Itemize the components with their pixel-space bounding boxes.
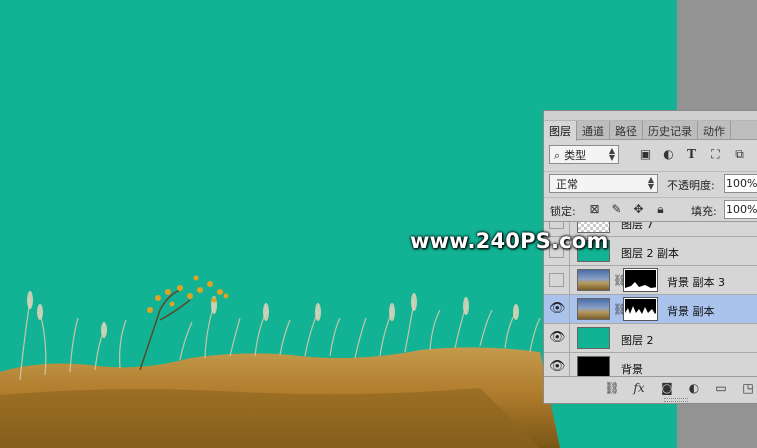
- layer-name: 背景: [621, 363, 643, 376]
- lock-all-padlock-icon[interactable]: 🔒︎: [654, 203, 667, 216]
- updown-arrows-icon: ▲ ▼: [608, 146, 615, 162]
- add-mask-icon[interactable]: ◙: [659, 380, 675, 396]
- visibility-divider: [569, 353, 570, 376]
- layer-name: 图层 2 副本: [621, 247, 679, 260]
- lock-position-move-icon[interactable]: ✥: [632, 203, 645, 216]
- tab-layers[interactable]: 图层: [544, 121, 577, 141]
- tab-channels[interactable]: 通道: [577, 121, 610, 140]
- blend-mode-value: 正常: [556, 178, 578, 191]
- adjustment-layer-icon[interactable]: ◐: [686, 380, 702, 396]
- visibility-divider: [569, 324, 570, 353]
- filter-row: ⌕ 类型 ▲ ▼ ▣ ◐ T ⛶ ⧉: [544, 142, 757, 168]
- blend-mode-select[interactable]: 正常 ▲ ▼: [549, 174, 658, 193]
- blend-row: 正常 ▲ ▼ 不透明度: 100%: [544, 171, 757, 195]
- lock-transparent-icon[interactable]: ⊠: [588, 203, 601, 216]
- layer-row[interactable]: ⛓ 背景 副本 3: [544, 266, 757, 295]
- type-filter-icon[interactable]: T: [685, 148, 698, 161]
- fill-input[interactable]: 100%: [724, 200, 757, 219]
- visibility-divider: [569, 295, 570, 324]
- tab-paths[interactable]: 路径: [610, 121, 643, 140]
- opacity-input[interactable]: 100%: [724, 174, 757, 193]
- layer-row[interactable]: 👁︎ 背景: [544, 353, 757, 376]
- new-layer-icon[interactable]: ◳: [740, 380, 756, 396]
- panel-title-bar[interactable]: [544, 111, 757, 121]
- tab-actions[interactable]: 动作: [698, 121, 731, 140]
- visibility-toggle[interactable]: [549, 273, 564, 287]
- layer-row[interactable]: 👁︎ ⛓ 背景 副本: [544, 295, 757, 324]
- shape-filter-icon[interactable]: ⛶: [709, 148, 722, 161]
- magnifier-icon: ⌕: [554, 149, 561, 162]
- layer-name: 背景 副本: [667, 305, 715, 318]
- layer-row[interactable]: 👁︎ 图层 2: [544, 324, 757, 353]
- eye-icon[interactable]: 👁︎: [549, 302, 566, 316]
- watermark-text: www.240PS.com: [410, 229, 609, 253]
- layers-panel[interactable]: 图层 通道 路径 历史记录 动作 ⌕ 类型 ▲ ▼ ▣ ◐ T ⛶ ⧉ 正常 ▲ ▼ …: [543, 110, 757, 404]
- lock-label: 锁定:: [550, 205, 576, 218]
- fill-label: 填充:: [691, 205, 717, 218]
- adjustment-filter-icon[interactable]: ◐: [662, 148, 675, 161]
- eye-icon[interactable]: 👁︎: [549, 360, 566, 374]
- layer-name: 图层 7: [621, 221, 654, 231]
- panel-bottom-bar: ⛓ fx ◙ ◐ ▭ ◳: [544, 376, 757, 398]
- layer-mask-thumbnail[interactable]: [623, 268, 658, 292]
- image-filter-icon[interactable]: ▣: [639, 148, 652, 161]
- mask-shape: [625, 282, 656, 290]
- filter-kind-select[interactable]: ⌕ 类型 ▲ ▼: [549, 145, 619, 164]
- visibility-toggle[interactable]: [549, 222, 564, 229]
- tab-history[interactable]: 历史记录: [643, 121, 698, 140]
- mask-shape: [625, 306, 656, 319]
- opacity-label: 不透明度:: [667, 179, 715, 192]
- layer-name: 背景 副本 3: [667, 276, 725, 289]
- filter-kind-label: 类型: [564, 149, 587, 162]
- resize-grip[interactable]: [664, 398, 688, 402]
- link-layers-icon[interactable]: ⛓: [604, 380, 620, 396]
- smart-object-filter-icon[interactable]: ⧉: [733, 148, 746, 161]
- layer-thumbnail: [577, 327, 610, 349]
- group-folder-icon[interactable]: ▭: [713, 380, 729, 396]
- visibility-divider: [569, 266, 570, 295]
- layer-mask-thumbnail[interactable]: [623, 297, 658, 321]
- panel-tabs: 图层 通道 路径 历史记录 动作: [544, 121, 757, 141]
- fx-icon[interactable]: fx: [631, 380, 647, 396]
- lock-row: 锁定: ⊠ ✎ ✥ 🔒︎ 填充: 100%: [544, 197, 757, 221]
- layer-thumbnail: [577, 269, 610, 291]
- lock-image-brush-icon[interactable]: ✎: [610, 203, 623, 216]
- layer-thumbnail: [577, 298, 610, 320]
- eye-icon[interactable]: 👁︎: [549, 331, 566, 345]
- layer-thumbnail: [577, 356, 610, 376]
- updown-arrows-icon: ▲ ▼: [647, 175, 654, 191]
- layer-name: 图层 2: [621, 334, 654, 347]
